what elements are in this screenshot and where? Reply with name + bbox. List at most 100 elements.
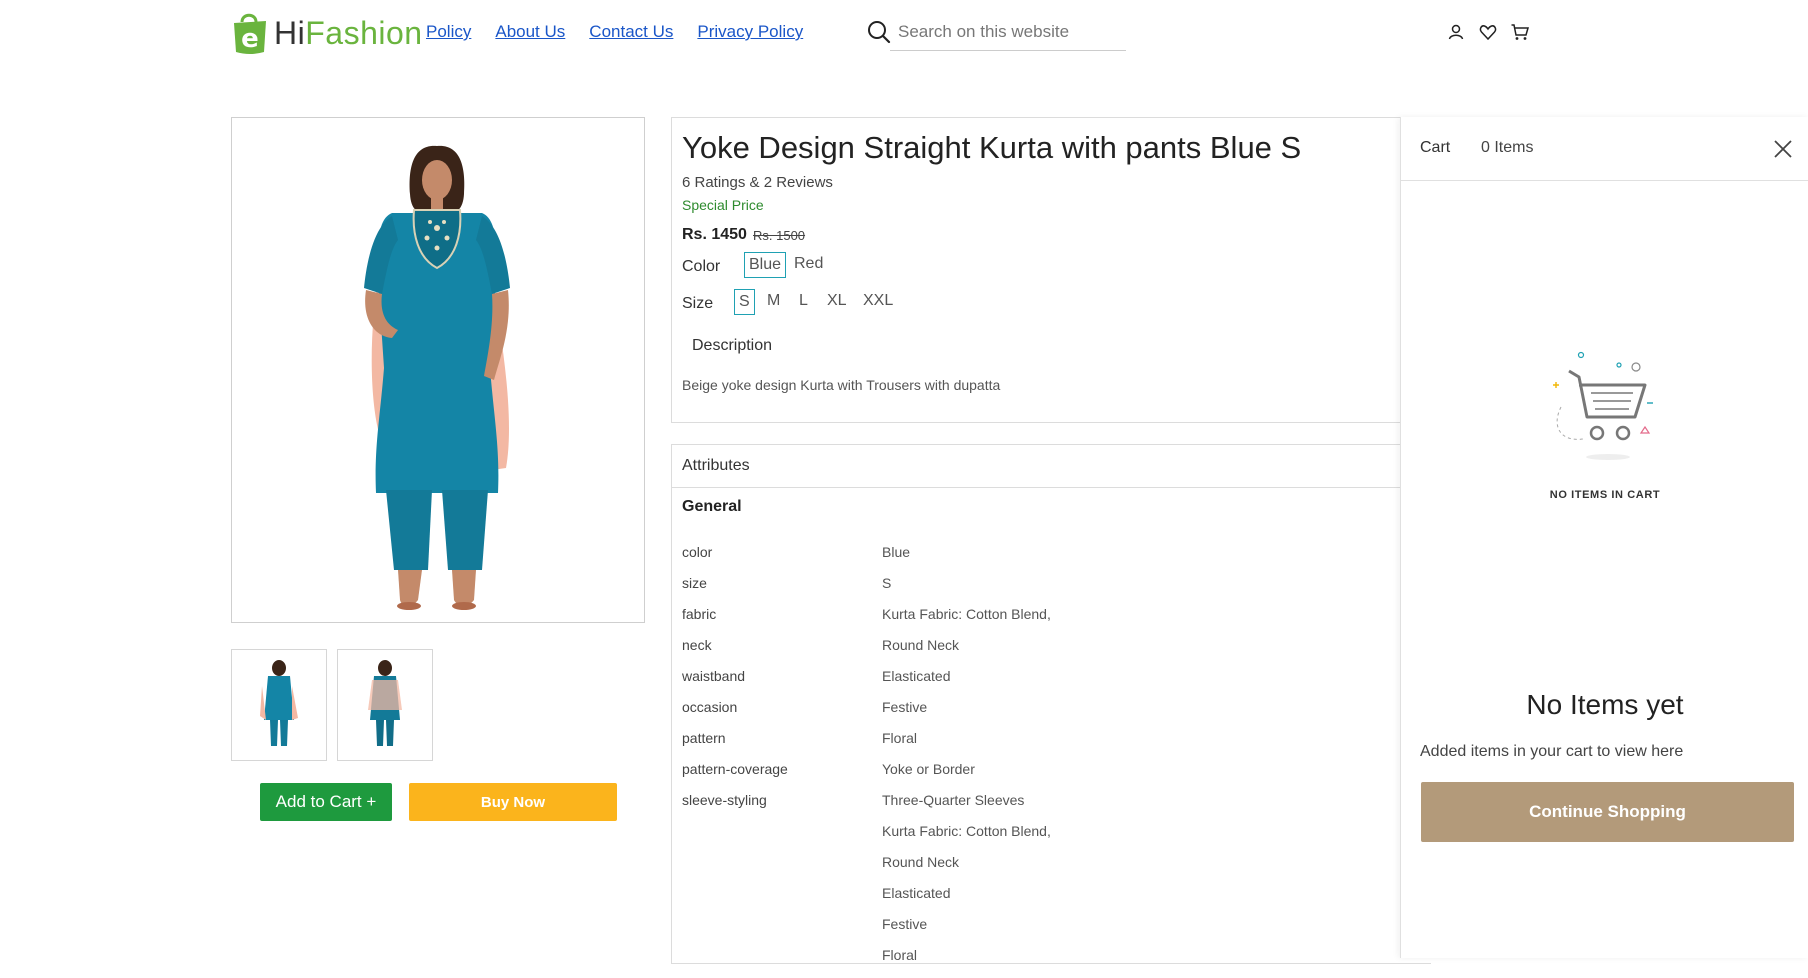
attribute-key: neck	[682, 637, 712, 653]
header-actions	[1446, 22, 1530, 42]
attribute-key	[682, 916, 882, 947]
attribute-value: Festive	[882, 699, 928, 715]
empty-cart-subtitle: Added items in your cart to view here	[1420, 743, 1684, 760]
attribute-key	[682, 885, 882, 916]
attribute-key: occasion	[682, 699, 738, 715]
heart-icon[interactable]	[1478, 22, 1498, 42]
attribute-value: Floral	[882, 730, 918, 746]
empty-cart-title: No Items yet	[1526, 689, 1684, 720]
logo-letter: e	[241, 24, 259, 54]
empty-cart-illustration-icon	[1541, 347, 1671, 477]
attribute-row: Floral	[682, 947, 1382, 978]
brand-logo[interactable]: e HiFashion	[230, 10, 423, 56]
color-label: Color	[682, 258, 721, 275]
attribute-key	[682, 947, 882, 978]
user-icon[interactable]	[1446, 22, 1466, 42]
attribute-value: Round Neck	[882, 854, 960, 870]
special-price-label: Special Price	[682, 197, 764, 213]
attribute-row: sleeve-styling Three-Quarter Sleeves	[682, 792, 1382, 823]
attribute-row: Round Neck	[682, 854, 1382, 885]
cart-drawer: Cart 0 Items NO ITEMS IN CART No Items y…	[1400, 117, 1808, 958]
ratings-reviews[interactable]: 6 Ratings & 2 Reviews	[682, 174, 833, 191]
brand-name: HiFashion	[274, 15, 423, 52]
add-to-cart-button[interactable]: Add to Cart +	[260, 783, 392, 821]
thumbnail-image-front	[260, 660, 298, 746]
attribute-row: Kurta Fabric: Cotton Blend,	[682, 823, 1382, 854]
nav-link-policy[interactable]: Policy	[426, 22, 471, 42]
color-option-blue[interactable]: Blue	[744, 252, 787, 278]
main-nav: Policy About Us Contact Us Privacy Polic…	[426, 22, 803, 42]
color-option-red[interactable]: Red	[790, 252, 827, 276]
product-thumbnail-front[interactable]	[231, 649, 327, 761]
attribute-value: Festive	[882, 916, 928, 932]
product-info-panel: Yoke Design Straight Kurta with pants Bl…	[671, 117, 1431, 423]
attribute-key: size	[682, 575, 707, 591]
cart-drawer-header: Cart 0 Items	[1401, 117, 1808, 181]
model-figure-image	[364, 145, 510, 610]
cart-title: Cart	[1420, 139, 1451, 156]
attribute-row: occasion Festive	[682, 699, 1382, 730]
attribute-value: Kurta Fabric: Cotton Blend,	[882, 606, 1051, 622]
attribute-value: S	[882, 575, 892, 591]
attribute-value: Kurta Fabric: Cotton Blend,	[882, 823, 1051, 839]
nav-link-about-us[interactable]: About Us	[495, 22, 565, 42]
attribute-row: pattern Floral	[682, 730, 1382, 761]
thumbnail-image-back	[368, 660, 402, 746]
attribute-key: color	[682, 544, 713, 560]
attribute-key: waistband	[682, 668, 746, 684]
attribute-row: color Blue	[682, 544, 1382, 575]
size-option-l[interactable]: L	[795, 289, 812, 313]
attribute-key: sleeve-styling	[682, 792, 767, 808]
size-option-m[interactable]: M	[763, 289, 784, 313]
buy-now-button[interactable]: Buy Now	[409, 783, 617, 821]
nav-link-contact-us[interactable]: Contact Us	[589, 22, 673, 42]
description-text: Beige yoke design Kurta with Trousers wi…	[682, 377, 1001, 393]
product-price: Rs. 1450	[682, 226, 747, 243]
attributes-table: color Blue size Sfabric Kurta Fabric: Cotton…	[682, 544, 1382, 978]
attribute-value: Three-Quarter Sleeves	[882, 792, 1025, 808]
size-label: Size	[682, 295, 714, 312]
description-heading[interactable]: Description	[692, 337, 772, 355]
product-main-image[interactable]	[231, 117, 645, 623]
attribute-row: Elasticated	[682, 885, 1382, 916]
product-title: Yoke Design Straight Kurta with pants Bl…	[682, 130, 1302, 165]
attribute-key: pattern	[682, 730, 726, 746]
attribute-value: Blue	[882, 544, 911, 560]
search-bar	[866, 14, 1126, 51]
attribute-key	[682, 823, 882, 854]
product-thumbnail-back[interactable]	[337, 649, 433, 761]
attribute-value: Floral	[882, 947, 918, 963]
attribute-row: fabric Kurta Fabric: Cotton Blend,	[682, 606, 1382, 637]
attribute-row: waistband Elasticated	[682, 668, 1382, 699]
close-icon[interactable]	[1773, 139, 1793, 159]
attribute-value: Elasticated	[882, 668, 951, 684]
brand-name-suffix: Fashion	[305, 14, 423, 51]
attribute-key	[682, 854, 882, 885]
attribute-value: Round Neck	[882, 637, 960, 653]
attribute-row: neck Round Neck	[682, 637, 1382, 668]
shopping-bag-logo-icon: e	[230, 10, 270, 56]
attribute-row: Festive	[682, 916, 1382, 947]
continue-shopping-button[interactable]: Continue Shopping	[1421, 782, 1794, 842]
attributes-panel: Attributes General color Blue size Sfabric K…	[671, 444, 1431, 964]
search-icon[interactable]	[866, 19, 892, 45]
attributes-divider	[672, 487, 1431, 488]
cart-item-count: 0 Items	[1481, 139, 1534, 156]
cart-icon[interactable]	[1510, 22, 1530, 42]
original-price: Rs. 1500	[753, 228, 806, 243]
size-option-s[interactable]: S	[734, 289, 755, 315]
attribute-key: fabric	[682, 606, 717, 622]
attribute-row: pattern-coverage Yoke or Border	[682, 761, 1382, 792]
site-header: e HiFashion Policy About Us Contact Us P…	[0, 0, 1808, 70]
attributes-group-general: General	[682, 498, 742, 515]
attribute-value: Yoke or Border	[882, 761, 975, 777]
size-option-xl[interactable]: XL	[823, 289, 851, 313]
brand-name-prefix: Hi	[274, 14, 306, 51]
empty-cart-caption: NO ITEMS IN CART	[1549, 489, 1661, 501]
size-option-xxl[interactable]: XXL	[859, 289, 897, 313]
attribute-value: Elasticated	[882, 885, 951, 901]
attributes-heading: Attributes	[682, 457, 750, 474]
nav-link-privacy-policy[interactable]: Privacy Policy	[697, 22, 803, 42]
attribute-row: size S	[682, 575, 1382, 606]
search-input[interactable]	[890, 14, 1126, 51]
